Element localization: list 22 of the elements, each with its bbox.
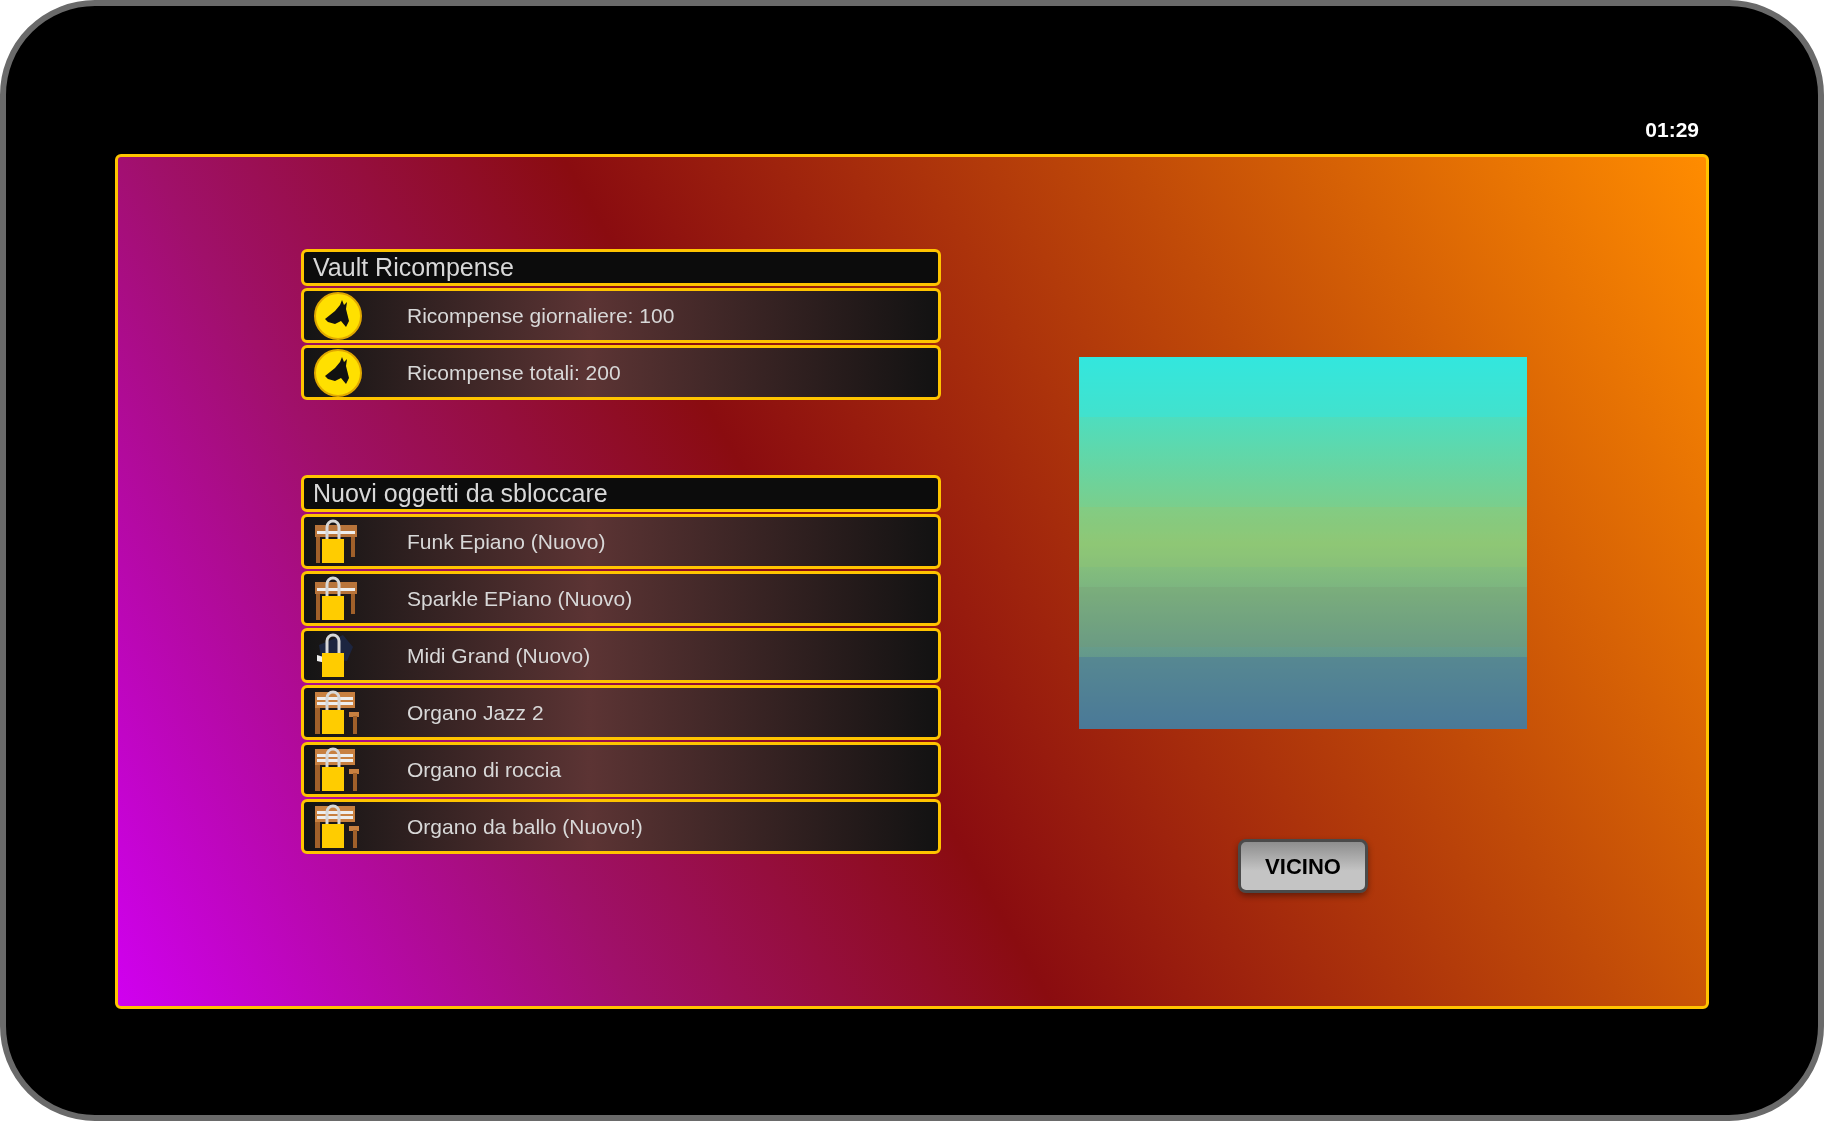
row-label: Organo Jazz 2 bbox=[407, 699, 544, 726]
list-row[interactable]: Ricompense giornaliere: 100 bbox=[301, 288, 941, 343]
row-label: Funk Epiano (Nuovo) bbox=[407, 528, 606, 555]
coin-icon bbox=[313, 290, 363, 341]
list-row[interactable]: Organo di roccia bbox=[301, 742, 941, 797]
close-button[interactable]: VICINO bbox=[1238, 839, 1368, 893]
row-label: Organo da ballo (Nuovo!) bbox=[407, 813, 643, 840]
list-row[interactable]: Organo da ballo (Nuovo!) bbox=[301, 799, 941, 854]
clock: 01:29 bbox=[1645, 118, 1699, 143]
section-header: Nuovi oggetti da sbloccare bbox=[301, 475, 941, 512]
list-row[interactable]: Midi Grand (Nuovo) bbox=[301, 628, 941, 683]
list-row[interactable]: Sparkle EPiano (Nuovo) bbox=[301, 571, 941, 626]
list-row[interactable]: Funk Epiano (Nuovo) bbox=[301, 514, 941, 569]
coin-icon bbox=[313, 347, 363, 398]
row-label: Ricompense giornaliere: 100 bbox=[407, 302, 675, 329]
row-label: Ricompense totali: 200 bbox=[407, 359, 621, 386]
section-header: Vault Ricompense bbox=[301, 249, 941, 286]
row-label: Midi Grand (Nuovo) bbox=[407, 642, 591, 669]
row-label: Organo di roccia bbox=[407, 756, 562, 783]
list-row[interactable]: Ricompense totali: 200 bbox=[301, 345, 941, 400]
list-row[interactable]: Organo Jazz 2 bbox=[301, 685, 941, 740]
row-label: Sparkle EPiano (Nuovo) bbox=[407, 585, 633, 612]
